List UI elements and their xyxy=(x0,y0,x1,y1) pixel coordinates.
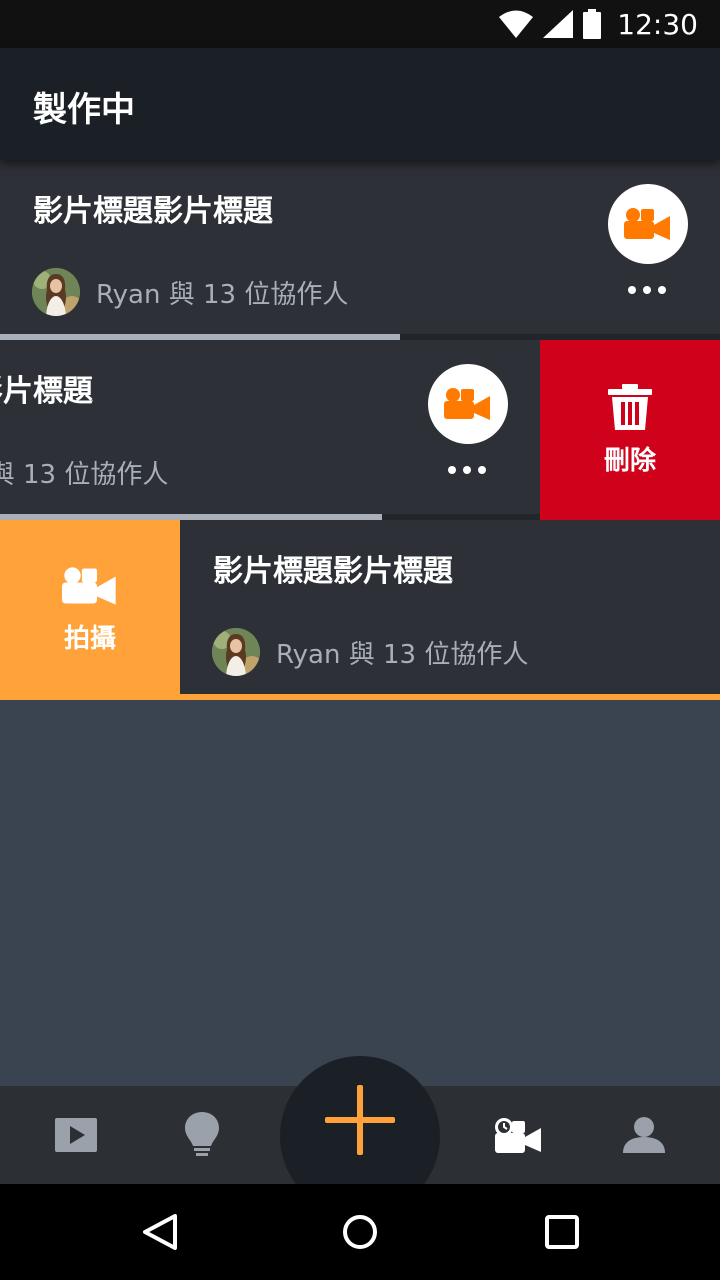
project-card-content[interactable]: 影片標題影片標題 Ryan 與 13 位協作人 xyxy=(0,340,540,520)
recents-button[interactable] xyxy=(534,1204,590,1260)
shoot-label: 拍攝 xyxy=(63,623,116,654)
back-icon xyxy=(143,1214,177,1250)
delete-button[interactable]: 刪除 xyxy=(540,340,720,520)
delete-label: 刪除 xyxy=(603,445,656,476)
collaborators-text: Ryan 與 13 位協作人 xyxy=(276,639,529,670)
nav-profile[interactable] xyxy=(594,1086,694,1184)
project-title: 影片標題影片標題 xyxy=(0,374,93,409)
project-title: 影片標題影片標題 xyxy=(213,554,453,589)
add-icon xyxy=(325,1085,395,1155)
avatar xyxy=(212,628,260,676)
status-icons: 12:30 xyxy=(499,7,698,41)
nav-video-history[interactable] xyxy=(468,1086,568,1184)
avatar xyxy=(32,268,80,316)
back-button[interactable] xyxy=(132,1204,188,1260)
profile-icon xyxy=(623,1117,665,1153)
home-icon xyxy=(343,1215,377,1249)
video-history-icon xyxy=(495,1118,541,1153)
record-button[interactable] xyxy=(608,184,688,264)
more-options-button[interactable] xyxy=(628,286,668,298)
signal-icon xyxy=(543,10,574,38)
trash-icon xyxy=(608,383,652,430)
collaborators-text: Ryan 與 13 位協作人 xyxy=(96,279,349,310)
page-title: 製作中 xyxy=(33,90,135,130)
status-time: 12:30 xyxy=(617,7,698,41)
project-meta: Ryan 與 13 位協作人 xyxy=(212,628,528,676)
home-button[interactable] xyxy=(332,1204,388,1260)
wifi-icon xyxy=(499,10,534,38)
project-card[interactable]: 影片標題影片標題 Ryan 與 13 位協作人 刪除 xyxy=(0,340,720,520)
accent-bar xyxy=(180,694,720,700)
collaborators-text: Ryan 與 13 位協作人 xyxy=(0,459,169,490)
more-options-button[interactable] xyxy=(448,466,488,478)
video-camera-icon xyxy=(444,388,490,420)
battery-icon xyxy=(583,9,602,39)
project-title: 影片標題影片標題 xyxy=(33,194,273,229)
project-card[interactable]: 拍攝 影片標題影片標題 Ryan 與 13 位協作人 xyxy=(0,520,720,700)
project-card-content[interactable]: 影片標題影片標題 Ryan 與 13 位協作人 xyxy=(0,160,720,340)
app-bar: 製作中 xyxy=(0,48,720,160)
project-meta: Ryan 與 13 位協作人 xyxy=(0,448,168,496)
video-camera-icon xyxy=(62,566,116,605)
project-card-content[interactable]: 影片標題影片標題 Ryan 與 13 位協作人 xyxy=(180,520,720,700)
shoot-button[interactable]: 拍攝 xyxy=(0,520,180,700)
lightbulb-icon xyxy=(185,1112,219,1156)
status-bar: 12:30 xyxy=(0,0,720,48)
record-button[interactable] xyxy=(428,364,508,444)
project-card[interactable]: 影片標題影片標題 Ryan 與 13 位協作人 xyxy=(0,160,720,340)
recents-icon xyxy=(545,1215,579,1249)
nav-play[interactable] xyxy=(26,1086,126,1184)
play-icon xyxy=(55,1118,97,1152)
nav-ideas[interactable] xyxy=(152,1086,252,1184)
project-meta: Ryan 與 13 位協作人 xyxy=(32,268,348,316)
video-camera-icon xyxy=(624,208,670,240)
system-nav-bar xyxy=(0,1184,720,1280)
